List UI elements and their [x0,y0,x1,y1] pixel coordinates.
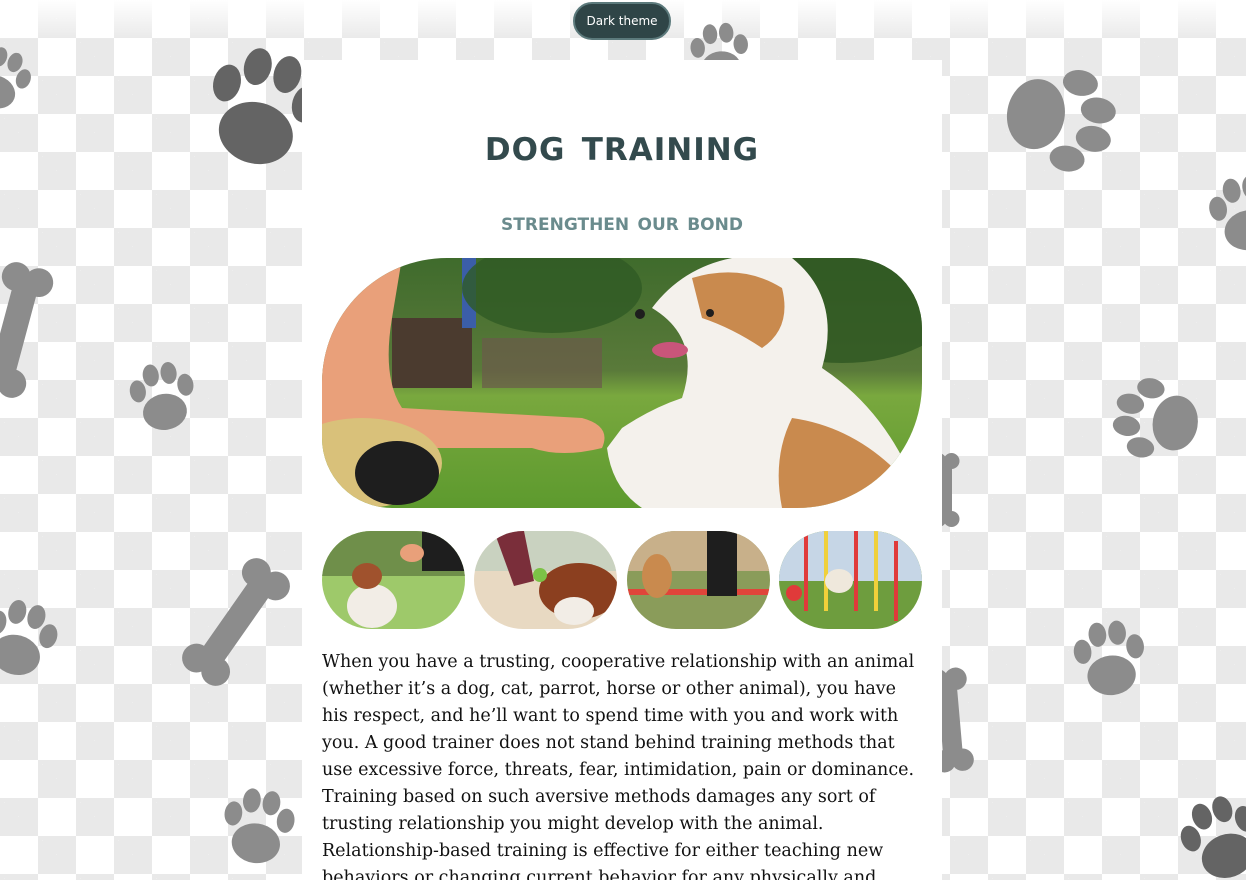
paw-print-icon [0,40,38,117]
thumbnail-1[interactable] [322,531,465,629]
paw-print-icon [1070,618,1149,699]
thumbnail-4[interactable] [778,531,922,629]
paw-print-icon [1107,373,1205,467]
dark-theme-toggle-button[interactable]: Dark theme [573,2,671,40]
paragraph: Relationship-based training is effective… [322,841,884,880]
article-body: When you have a trusting, cooperative re… [322,649,922,880]
hero-image [322,258,922,508]
paw-print-icon [1204,170,1246,256]
dog-agility-poles-photo-icon [778,531,922,629]
bone-icon [176,552,296,692]
dog-high-five-photo-icon [322,531,465,629]
page-title: Dog Training [484,120,760,171]
thumbnail-2[interactable] [474,531,618,629]
paw-print-icon [218,784,299,868]
paw-print-icon [998,58,1123,179]
thumbnail-3[interactable] [626,531,770,629]
page-subtitle: Strengthen our bond [501,208,743,236]
thumbnail-gallery [322,531,922,629]
bone-icon [0,258,57,402]
content-card: Dog Training Strengthen our bond [302,60,942,880]
paragraph: When you have a trusting, cooperative re… [322,652,915,834]
paw-print-icon [1171,787,1246,880]
dog-paw-handshake-photo-icon [322,258,922,508]
paw-print-icon [0,593,64,684]
paw-print-icon [126,358,200,435]
dog-jump-hurdle-photo-icon [626,531,770,629]
dog-ball-photo-icon [474,531,618,629]
